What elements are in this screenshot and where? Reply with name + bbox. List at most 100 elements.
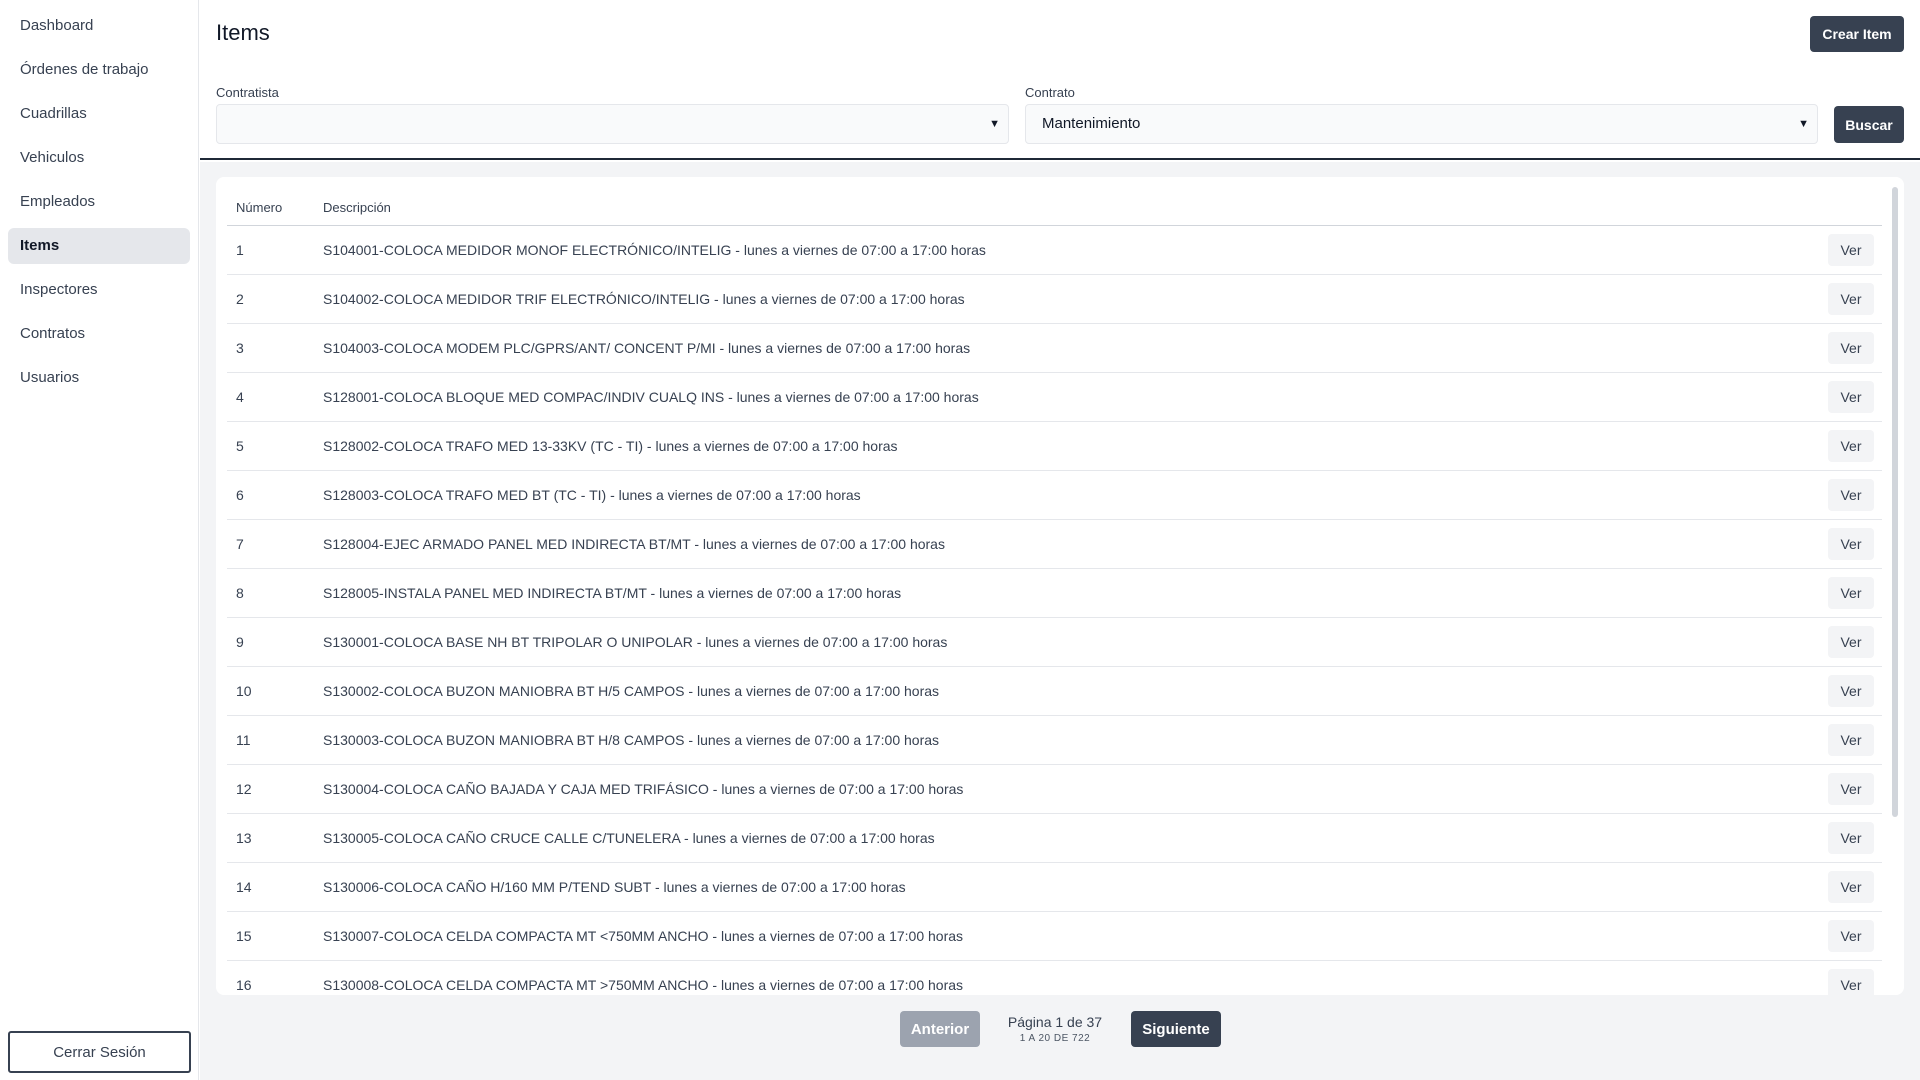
scrollbar[interactable] bbox=[1892, 187, 1898, 817]
table-row: 6 S128003-COLOCA TRAFO MED BT (TC - TI) -… bbox=[227, 470, 1882, 520]
main-content: Items Crear Item Contratista ▼ Contrato … bbox=[200, 0, 1920, 1080]
view-item-button[interactable]: Ver bbox=[1828, 429, 1874, 462]
view-item-button[interactable]: Ver bbox=[1828, 527, 1874, 560]
content-area: Número Descripción 1 S104001-COLOCA MEDID… bbox=[200, 162, 1920, 1080]
contrato-label: Contrato bbox=[1025, 85, 1075, 100]
table-row: 3 S104003-COLOCA MODEM PLC/GPRS/ANT/ CONC… bbox=[227, 323, 1882, 373]
item-number: 2 bbox=[227, 274, 323, 324]
page-indicator: Página 1 de 37 bbox=[1007, 1014, 1103, 1030]
table-row: 15 S130007-COLOCA CELDA COMPACTA MT <750M… bbox=[227, 911, 1882, 961]
table-row: 1 S104001-COLOCA MEDIDOR MONOF ELECTRÓNIC… bbox=[227, 225, 1882, 275]
chevron-down-icon: ▼ bbox=[989, 118, 1000, 130]
item-description: S104002-COLOCA MEDIDOR TRIF ELECTRÓNICO/… bbox=[323, 274, 1812, 324]
item-number: 15 bbox=[227, 911, 323, 961]
table-body: 1 S104001-COLOCA MEDIDOR MONOF ELECTRÓNIC… bbox=[227, 225, 1882, 995]
view-item-button[interactable]: Ver bbox=[1828, 674, 1874, 707]
item-number: 3 bbox=[227, 323, 323, 373]
item-number: 10 bbox=[227, 666, 323, 716]
row-actions: Ver bbox=[1812, 617, 1882, 667]
item-number: 8 bbox=[227, 568, 323, 618]
row-actions: Ver bbox=[1812, 715, 1882, 765]
row-actions: Ver bbox=[1812, 274, 1882, 324]
item-number: 1 bbox=[227, 225, 323, 275]
table-row: 9 S130001-COLOCA BASE NH BT TRIPOLAR O UN… bbox=[227, 617, 1882, 667]
view-item-button[interactable]: Ver bbox=[1828, 870, 1874, 903]
column-header-numero: Número bbox=[227, 177, 323, 226]
sidebar-item-ordenes-de-trabajo[interactable]: Órdenes de trabajo bbox=[8, 52, 190, 88]
table-row: 10 S130002-COLOCA BUZON MANIOBRA BT H/5 C… bbox=[227, 666, 1882, 716]
view-item-button[interactable]: Ver bbox=[1828, 282, 1874, 315]
search-button[interactable]: Buscar bbox=[1834, 106, 1904, 143]
row-actions: Ver bbox=[1812, 960, 1882, 995]
items-table: Número Descripción 1 S104001-COLOCA MEDID… bbox=[227, 177, 1882, 995]
view-item-button[interactable]: Ver bbox=[1828, 576, 1874, 609]
sidebar-item-vehiculos[interactable]: Vehiculos bbox=[8, 140, 190, 176]
results-range: 1 A 20 DE 722 bbox=[1019, 1033, 1091, 1044]
table-row: 8 S128005-INSTALA PANEL MED INDIRECTA BT/… bbox=[227, 568, 1882, 618]
table-row: 5 S128002-COLOCA TRAFO MED 13-33KV (TC - … bbox=[227, 421, 1882, 471]
item-description: S104003-COLOCA MODEM PLC/GPRS/ANT/ CONCE… bbox=[323, 323, 1812, 373]
sidebar: Dashboard Órdenes de trabajo Cuadrillas … bbox=[0, 0, 199, 1080]
item-number: 13 bbox=[227, 813, 323, 863]
table-row: 11 S130003-COLOCA BUZON MANIOBRA BT H/8 C… bbox=[227, 715, 1882, 765]
chevron-down-icon: ▼ bbox=[1798, 118, 1809, 130]
sidebar-item-cuadrillas[interactable]: Cuadrillas bbox=[8, 96, 190, 132]
table-row: 2 S104002-COLOCA MEDIDOR TRIF ELECTRÓNICO… bbox=[227, 274, 1882, 324]
item-number: 5 bbox=[227, 421, 323, 471]
column-header-descripcion: Descripción bbox=[323, 177, 1812, 226]
row-actions: Ver bbox=[1812, 813, 1882, 863]
view-item-button[interactable]: Ver bbox=[1828, 968, 1874, 995]
view-item-button[interactable]: Ver bbox=[1828, 625, 1874, 658]
previous-page-button[interactable]: Anterior bbox=[900, 1011, 980, 1047]
sidebar-item-inspectores[interactable]: Inspectores bbox=[8, 272, 190, 308]
item-description: S104001-COLOCA MEDIDOR MONOF ELECTRÓNICO… bbox=[323, 225, 1812, 275]
item-number: 9 bbox=[227, 617, 323, 667]
header-area: Items Crear Item Contratista ▼ Contrato … bbox=[200, 0, 1920, 160]
sidebar-item-dashboard[interactable]: Dashboard bbox=[8, 8, 190, 44]
pagination: Anterior Página 1 de 37 1 A 20 DE 722 Si… bbox=[200, 1011, 1920, 1051]
view-item-button[interactable]: Ver bbox=[1828, 233, 1874, 266]
contratista-select[interactable]: ▼ bbox=[216, 104, 1009, 144]
item-description: S128003-COLOCA TRAFO MED BT (TC - TI) - … bbox=[323, 470, 1812, 520]
row-actions: Ver bbox=[1812, 372, 1882, 422]
create-item-button[interactable]: Crear Item bbox=[1810, 16, 1904, 52]
row-actions: Ver bbox=[1812, 666, 1882, 716]
row-actions: Ver bbox=[1812, 764, 1882, 814]
row-actions: Ver bbox=[1812, 911, 1882, 961]
contratista-label: Contratista bbox=[216, 85, 279, 100]
item-description: S130006-COLOCA CAÑO H/160 MM P/TEND SUBT… bbox=[323, 862, 1812, 912]
item-number: 12 bbox=[227, 764, 323, 814]
item-description: S130008-COLOCA CELDA COMPACTA MT >750MM … bbox=[323, 960, 1812, 995]
item-description: S130003-COLOCA BUZON MANIOBRA BT H/8 CAM… bbox=[323, 715, 1812, 765]
table-row: 7 S128004-EJEC ARMADO PANEL MED INDIRECTA… bbox=[227, 519, 1882, 569]
view-item-button[interactable]: Ver bbox=[1828, 723, 1874, 756]
next-page-button[interactable]: Siguiente bbox=[1131, 1011, 1221, 1047]
sidebar-item-contratos[interactable]: Contratos bbox=[8, 316, 190, 352]
item-number: 11 bbox=[227, 715, 323, 765]
logout-button[interactable]: Cerrar Sesión bbox=[8, 1031, 191, 1073]
sidebar-nav: Dashboard Órdenes de trabajo Cuadrillas … bbox=[0, 0, 198, 396]
row-actions: Ver bbox=[1812, 470, 1882, 520]
sidebar-item-empleados[interactable]: Empleados bbox=[8, 184, 190, 220]
view-item-button[interactable]: Ver bbox=[1828, 331, 1874, 364]
contrato-select[interactable]: Mantenimiento ▼ bbox=[1025, 104, 1818, 144]
table-row: 16 S130008-COLOCA CELDA COMPACTA MT >750M… bbox=[227, 960, 1882, 995]
table-row: 4 S128001-COLOCA BLOQUE MED COMPAC/INDIV … bbox=[227, 372, 1882, 422]
view-item-button[interactable]: Ver bbox=[1828, 772, 1874, 805]
view-item-button[interactable]: Ver bbox=[1828, 919, 1874, 952]
item-description: S128002-COLOCA TRAFO MED 13-33KV (TC - T… bbox=[323, 421, 1812, 471]
view-item-button[interactable]: Ver bbox=[1828, 380, 1874, 413]
view-item-button[interactable]: Ver bbox=[1828, 821, 1874, 854]
item-description: S128001-COLOCA BLOQUE MED COMPAC/INDIV C… bbox=[323, 372, 1812, 422]
page-info: Página 1 de 37 1 A 20 DE 722 bbox=[990, 1014, 1120, 1044]
item-description: S128005-INSTALA PANEL MED INDIRECTA BT/M… bbox=[323, 568, 1812, 618]
sidebar-item-usuarios[interactable]: Usuarios bbox=[8, 360, 190, 396]
view-item-button[interactable]: Ver bbox=[1828, 478, 1874, 511]
table-row: 14 S130006-COLOCA CAÑO H/160 MM P/TEND SU… bbox=[227, 862, 1882, 912]
table-row: 12 S130004-COLOCA CAÑO BAJADA Y CAJA MED … bbox=[227, 764, 1882, 814]
item-description: S130004-COLOCA CAÑO BAJADA Y CAJA MED TR… bbox=[323, 764, 1812, 814]
sidebar-item-items[interactable]: Items bbox=[8, 228, 190, 264]
column-header-actions bbox=[1812, 177, 1882, 226]
item-number: 4 bbox=[227, 372, 323, 422]
item-description: S128004-EJEC ARMADO PANEL MED INDIRECTA … bbox=[323, 519, 1812, 569]
